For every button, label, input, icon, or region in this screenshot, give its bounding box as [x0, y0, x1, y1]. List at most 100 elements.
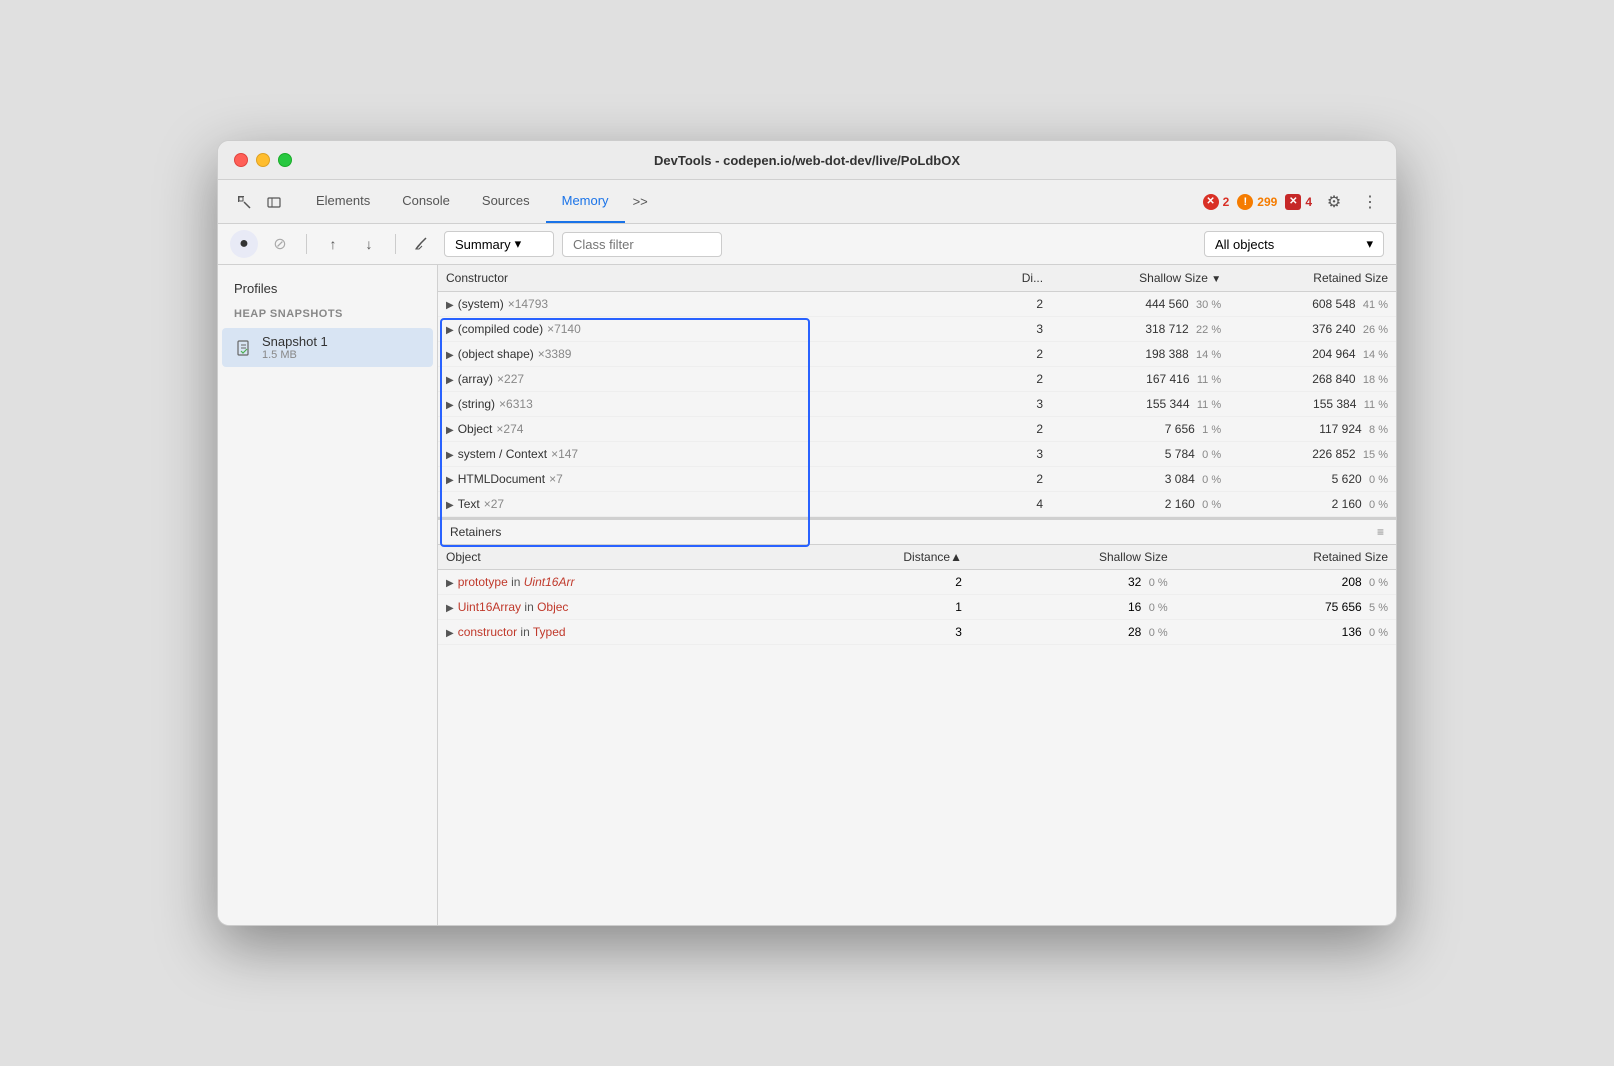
distance-cell: 2 [983, 417, 1051, 442]
cursor-icon[interactable] [230, 188, 258, 216]
summary-dropdown[interactable]: Summary ▾ [444, 231, 554, 257]
separator-2 [395, 234, 396, 254]
heap-snapshots-title: HEAP SNAPSHOTS [218, 304, 437, 328]
retainer-shallow-cell: 32 0 % [970, 570, 1176, 595]
retainer-row[interactable]: ▶constructor in Typed328 0 %136 0 % [438, 620, 1396, 645]
record-button[interactable]: ● [230, 230, 258, 258]
constructor-tbody: ▶(system)×147932444 560 30 %608 548 41 %… [438, 292, 1396, 517]
table-row[interactable]: ▶(system)×147932444 560 30 %608 548 41 % [438, 292, 1396, 317]
retainer-row[interactable]: ▶prototype in Uint16Arr232 0 %208 0 % [438, 570, 1396, 595]
retained-size-cell: 376 240 26 % [1229, 317, 1396, 342]
retainer-retained-cell: 136 0 % [1176, 620, 1396, 645]
retainers-section: Retainers ≡ Object Distance▲ Shallow Siz… [438, 517, 1396, 645]
retainer-distance-cell: 1 [789, 595, 970, 620]
upload-button[interactable]: ↑ [319, 230, 347, 258]
constructor-cell: ▶(system)×14793 [438, 292, 983, 317]
table-row[interactable]: ▶(compiled code)×71403318 712 22 %376 24… [438, 317, 1396, 342]
frame-icon[interactable] [260, 188, 288, 216]
retainer-retained-cell: 75 656 5 % [1176, 595, 1396, 620]
main-content: Profiles HEAP SNAPSHOTS Snapshot 1 1.5 M… [218, 265, 1396, 925]
table-row[interactable]: ▶(object shape)×33892198 388 14 %204 964… [438, 342, 1396, 367]
sidebar: Profiles HEAP SNAPSHOTS Snapshot 1 1.5 M… [218, 265, 438, 925]
constructor-cell: ▶system / Context×147 [438, 442, 983, 467]
error-icon: ✕ [1203, 194, 1219, 210]
warning-badge: ! 299 [1237, 194, 1277, 210]
record-icon: ● [239, 235, 249, 253]
retained-size-cell: 2 160 0 % [1229, 492, 1396, 517]
table-row[interactable]: ▶(string)×63133155 344 11 %155 384 11 % [438, 392, 1396, 417]
shallow-size-cell: 444 560 30 % [1051, 292, 1229, 317]
distance-cell: 3 [983, 392, 1051, 417]
retainers-table: Object Distance▲ Shallow Size Retained S… [438, 545, 1396, 645]
retainer-object-cell: ▶prototype in Uint16Arr [438, 570, 789, 595]
table-row[interactable]: ▶Text×2742 160 0 %2 160 0 % [438, 492, 1396, 517]
snapshot-size: 1.5 MB [262, 349, 328, 361]
clear-button[interactable] [408, 230, 436, 258]
constructor-cell: ▶HTMLDocument×7 [438, 467, 983, 492]
constructor-cell: ▶(object shape)×3389 [438, 342, 983, 367]
retained-size-cell: 608 548 41 % [1229, 292, 1396, 317]
download-button[interactable]: ↓ [355, 230, 383, 258]
retainer-distance-cell: 2 [789, 570, 970, 595]
stop-button[interactable]: ⊘ [266, 230, 294, 258]
shallow-size-cell: 2 160 0 % [1051, 492, 1229, 517]
retainer-shallow-cell: 16 0 % [970, 595, 1176, 620]
table-row[interactable]: ▶Object×27427 656 1 %117 924 8 % [438, 417, 1396, 442]
minimize-button[interactable] [256, 153, 270, 167]
warning-icon: ! [1237, 194, 1253, 210]
stop-icon: ⊘ [273, 234, 286, 254]
settings-button[interactable]: ⚙ [1320, 188, 1348, 216]
separator-1 [306, 234, 307, 254]
chevron-down-icon-2: ▾ [1366, 236, 1373, 252]
retained-size-cell: 268 840 18 % [1229, 367, 1396, 392]
distance-cell: 2 [983, 342, 1051, 367]
tab-bar: Elements Console Sources Memory >> ✕ 2 !… [218, 180, 1396, 224]
snapshot-name: Snapshot 1 [262, 334, 328, 349]
sidebar-item-snapshot-1[interactable]: Snapshot 1 1.5 MB [222, 328, 433, 367]
table-row[interactable]: ▶system / Context×14735 784 0 %226 852 1… [438, 442, 1396, 467]
shallow-size-cell: 155 344 11 % [1051, 392, 1229, 417]
chevron-down-icon: ▾ [515, 236, 522, 252]
tab-memory[interactable]: Memory [546, 180, 625, 223]
toolbar-right: ✕ 2 ! 299 ✕ 4 ⚙ ⋮ [1203, 188, 1384, 216]
shallow-size-cell: 198 388 14 % [1051, 342, 1229, 367]
ret-col-distance: Distance▲ [789, 545, 970, 570]
col-distance: Di... [983, 265, 1051, 292]
retained-size-cell: 155 384 11 % [1229, 392, 1396, 417]
retainer-object-cell: ▶Uint16Array in Objec [438, 595, 789, 620]
more-menu-button[interactable]: ⋮ [1356, 188, 1384, 216]
tab-elements[interactable]: Elements [300, 180, 386, 223]
titlebar: DevTools - codepen.io/web-dot-dev/live/P… [218, 141, 1396, 180]
info-badge: ✕ 4 [1285, 194, 1312, 210]
class-filter-input[interactable] [562, 232, 722, 257]
table-row[interactable]: ▶(array)×2272167 416 11 %268 840 18 % [438, 367, 1396, 392]
traffic-lights [234, 153, 292, 167]
ret-col-shallow: Shallow Size [970, 545, 1176, 570]
distance-cell: 2 [983, 292, 1051, 317]
tab-console[interactable]: Console [386, 180, 466, 223]
shallow-size-cell: 7 656 1 % [1051, 417, 1229, 442]
distance-cell: 3 [983, 317, 1051, 342]
shallow-size-cell: 318 712 22 % [1051, 317, 1229, 342]
constructor-cell: ▶(array)×227 [438, 367, 983, 392]
maximize-button[interactable] [278, 153, 292, 167]
constructor-cell: ▶Text×27 [438, 492, 983, 517]
error-badge: ✕ 2 [1203, 194, 1230, 210]
retainer-distance-cell: 3 [789, 620, 970, 645]
shallow-size-cell: 3 084 0 % [1051, 467, 1229, 492]
retainer-row[interactable]: ▶Uint16Array in Objec116 0 %75 656 5 % [438, 595, 1396, 620]
tab-overflow[interactable]: >> [625, 180, 656, 223]
table-row[interactable]: ▶HTMLDocument×723 084 0 %5 620 0 % [438, 467, 1396, 492]
tab-sources[interactable]: Sources [466, 180, 546, 223]
constructor-table-container[interactable]: Constructor Di... Shallow Size ▼ Retaine… [438, 265, 1396, 925]
close-button[interactable] [234, 153, 248, 167]
constructor-table: Constructor Di... Shallow Size ▼ Retaine… [438, 265, 1396, 517]
download-icon: ↓ [366, 236, 373, 252]
broom-icon [413, 234, 431, 255]
all-objects-dropdown[interactable]: All objects ▾ [1204, 231, 1384, 257]
tab-list: Elements Console Sources Memory >> [300, 180, 1203, 223]
constructor-cell: ▶Object×274 [438, 417, 983, 442]
sort-arrow-icon: ▼ [1211, 274, 1221, 285]
distance-cell: 3 [983, 442, 1051, 467]
upload-icon: ↑ [330, 236, 337, 252]
